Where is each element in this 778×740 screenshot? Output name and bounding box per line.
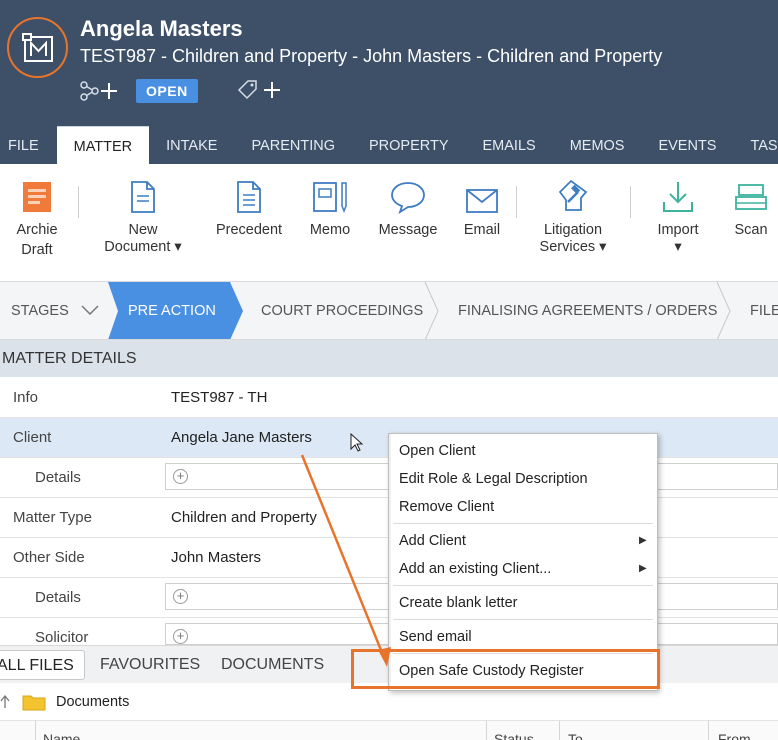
matter-logo-icon: [22, 33, 53, 62]
matter-header: Angela Masters TEST987 - Children and Pr…: [0, 0, 778, 126]
tab-events[interactable]: EVENTS: [641, 126, 733, 164]
stage-pre-action[interactable]: PRE ACTION: [128, 282, 216, 339]
stage-chevron: [716, 282, 731, 339]
folder-name[interactable]: Documents: [56, 694, 129, 710]
ribbon-divider: [78, 186, 79, 218]
memo-icon: [305, 178, 355, 214]
archie-draft-button[interactable]: Archie Draft: [10, 178, 64, 259]
archie-draft-icon: [10, 178, 64, 214]
matter-avatar[interactable]: [7, 17, 68, 78]
new-document-button[interactable]: New Document ▾: [100, 178, 186, 256]
email-icon: [459, 178, 505, 214]
tab-favourites[interactable]: FAVOURITES: [100, 650, 200, 680]
detail-row-info: Info TEST987 - TH: [0, 378, 778, 418]
scan-button[interactable]: Scan: [731, 178, 771, 239]
tab-property[interactable]: PROPERTY: [352, 126, 466, 164]
tab-parenting[interactable]: PARENTING: [234, 126, 352, 164]
column-to[interactable]: To: [568, 731, 583, 740]
stage-chevron: [424, 282, 439, 339]
email-button[interactable]: Email: [459, 178, 505, 239]
submenu-arrow-icon: ▶: [639, 563, 647, 574]
tab-tasks[interactable]: TASKS: [733, 126, 778, 164]
tab-memos[interactable]: MEMOS: [553, 126, 642, 164]
tab-documents[interactable]: DOCUMENTS: [221, 650, 324, 680]
ribbon-divider: [516, 186, 517, 218]
menu-remove-client[interactable]: Remove Client: [399, 495, 494, 519]
stage-finalising[interactable]: FINALISING AGREEMENTS / ORDERS: [458, 282, 717, 339]
import-icon: [652, 178, 704, 214]
stages-bar: STAGES PRE ACTION COURT PROCEEDINGS FINA…: [0, 282, 778, 340]
column-from[interactable]: From: [718, 731, 751, 740]
add-circle-icon[interactable]: +: [173, 469, 188, 484]
tab-matter[interactable]: MATTER: [56, 126, 150, 164]
submenu-arrow-icon: ▶: [639, 535, 647, 546]
add-circle-icon[interactable]: +: [173, 589, 188, 604]
column-divider: [486, 721, 487, 740]
add-circle-icon[interactable]: +: [173, 629, 188, 644]
chevron-down-icon: [81, 305, 99, 316]
up-arrow-icon[interactable]: [0, 695, 10, 709]
menu-send-email[interactable]: Send email: [399, 625, 472, 649]
message-icon: [376, 178, 440, 214]
tab-file[interactable]: FILE: [0, 126, 57, 164]
ribbon-toolbar: Archie Draft New Document ▾ Precedent Me…: [0, 164, 778, 282]
new-document-icon: [100, 178, 186, 214]
ribbon-divider: [630, 186, 631, 218]
message-button[interactable]: Message: [376, 178, 440, 239]
tag-icon[interactable]: [236, 79, 284, 103]
folder-icon: [22, 695, 46, 711]
menu-separator: [393, 523, 653, 524]
menu-separator: [393, 619, 653, 620]
menu-add-client[interactable]: Add Client ▶: [399, 529, 649, 553]
gavel-icon: [533, 178, 613, 214]
stages-dropdown[interactable]: STAGES: [11, 282, 99, 339]
column-divider: [559, 721, 560, 740]
import-button[interactable]: Import ▾: [652, 178, 704, 256]
header-actions: OPEN: [80, 78, 284, 104]
menu-create-blank-letter[interactable]: Create blank letter: [399, 591, 517, 615]
litigation-services-button[interactable]: Litigation Services ▾: [533, 178, 613, 256]
column-divider: [35, 721, 36, 740]
files-columns: Name Status To From: [0, 721, 778, 740]
menu-add-existing-client[interactable]: Add an existing Client... ▶: [399, 557, 649, 581]
menu-edit-role[interactable]: Edit Role & Legal Description: [399, 467, 588, 491]
tab-all-files[interactable]: ALL FILES: [0, 650, 85, 680]
column-status[interactable]: Status: [494, 731, 534, 740]
stage-court-proceedings[interactable]: COURT PROCEEDINGS: [261, 282, 423, 339]
menu-separator: [393, 585, 653, 586]
matter-details-header: MATTER DETAILS: [0, 340, 778, 377]
column-name[interactable]: Name: [43, 731, 80, 740]
status-badge[interactable]: OPEN: [136, 79, 198, 103]
highlight-box: [351, 649, 660, 689]
client-name: Angela Masters: [80, 16, 243, 41]
precedent-button[interactable]: Precedent: [212, 178, 286, 239]
scanner-icon: [731, 178, 771, 214]
mouse-cursor-icon: [350, 433, 364, 452]
column-divider: [708, 721, 709, 740]
relationship-icon[interactable]: [80, 79, 122, 103]
main-tabs: FILE MATTER INTAKE PARENTING PROPERTY EM…: [0, 126, 778, 164]
matter-title: TEST987 - Children and Property - John M…: [80, 46, 663, 66]
precedent-icon: [212, 178, 286, 214]
tab-emails[interactable]: EMAILS: [466, 126, 553, 164]
stage-file[interactable]: FILE: [750, 282, 778, 339]
memo-button[interactable]: Memo: [305, 178, 355, 239]
menu-open-client[interactable]: Open Client: [399, 439, 476, 463]
tab-intake[interactable]: INTAKE: [149, 126, 234, 164]
